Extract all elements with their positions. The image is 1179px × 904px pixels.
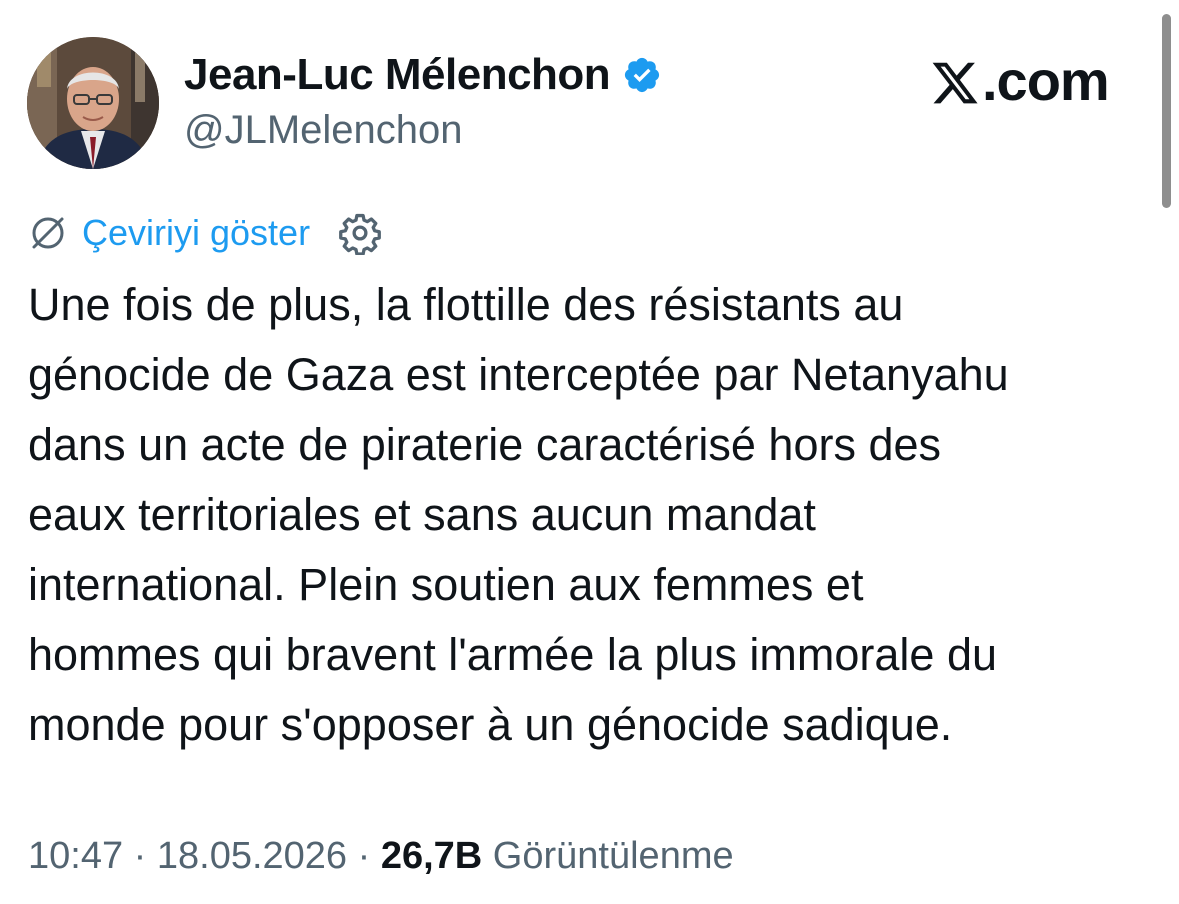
tweet-text-line: génocide de Gaza est interceptée par Net…: [28, 349, 1009, 400]
meta-separator: ·: [347, 835, 381, 877]
gear-icon[interactable]: [338, 211, 382, 256]
tweet-text-line: monde pour s'opposer à un génocide sadiq…: [28, 699, 953, 750]
tweet-meta: 10:47 · 18.05.2026 · 26,7B Görüntülenme: [28, 835, 734, 878]
avatar-photo: [27, 37, 159, 169]
meta-separator: ·: [123, 835, 157, 877]
show-translation-link[interactable]: Çeviriyi göster: [82, 212, 310, 254]
views-label: Görüntülenme: [482, 835, 734, 877]
scrollbar[interactable]: [1162, 14, 1171, 208]
tweet-text-line: Une fois de plus, la flottille des résis…: [28, 279, 904, 330]
tweet-time[interactable]: 10:47: [28, 835, 123, 877]
author-handle[interactable]: @JLMelenchon: [184, 108, 463, 153]
verified-badge-icon[interactable]: [622, 55, 662, 95]
tweet-date[interactable]: 18.05.2026: [157, 835, 347, 877]
avatar[interactable]: [27, 37, 159, 169]
author-display-name[interactable]: Jean-Luc Mélenchon: [184, 50, 611, 100]
brand-domain-text: .com: [982, 49, 1110, 112]
tweet-text-line: hommes qui bravent l'armée la plus immor…: [28, 629, 998, 680]
tweet-text-line: eaux territoriales et sans aucun mandat: [28, 489, 816, 540]
views-count[interactable]: 26,7B: [381, 835, 482, 877]
translate-globe-icon[interactable]: [28, 213, 68, 253]
tweet-text-line: international. Plein soutien aux femmes …: [28, 559, 864, 610]
author-name-row: Jean-Luc Mélenchon: [184, 50, 662, 100]
brand-watermark: .com: [930, 48, 1110, 113]
translate-row: Çeviriyi göster: [28, 208, 382, 258]
tweet-text-line: dans un acte de piraterie caractérisé ho…: [28, 419, 942, 470]
tweet-text: Une fois de plus, la flottille des résis…: [28, 270, 1158, 760]
x-logo-icon: [930, 56, 980, 106]
